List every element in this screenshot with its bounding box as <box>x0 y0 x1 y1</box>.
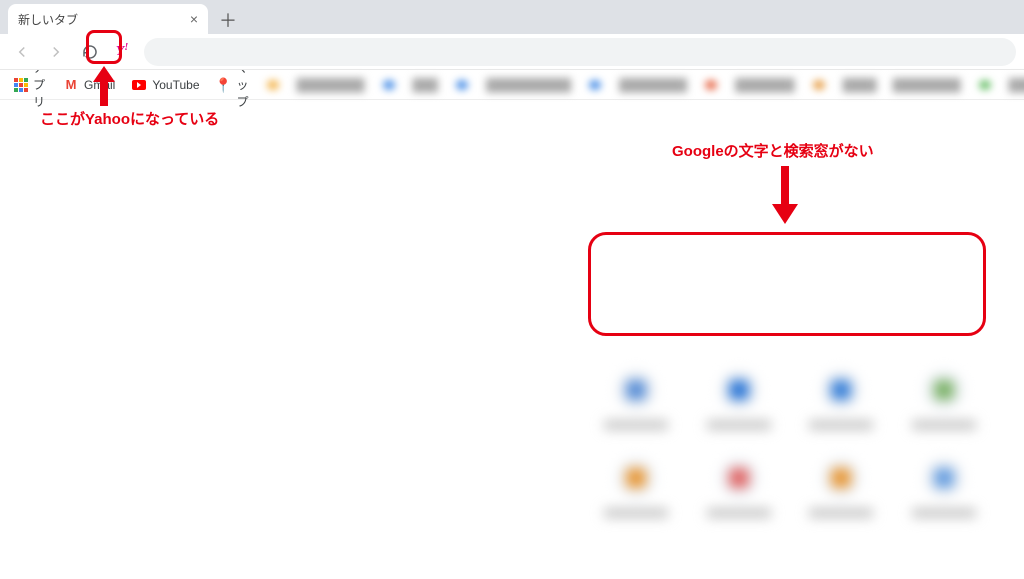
browser-tab[interactable]: 新しいタブ × <box>8 4 208 34</box>
shortcut-tile[interactable] <box>795 370 888 430</box>
shortcut-tile[interactable] <box>590 458 683 518</box>
reload-button[interactable] <box>76 38 104 66</box>
youtube-icon <box>131 77 147 93</box>
ntp-shortcuts <box>590 370 990 518</box>
back-button[interactable] <box>8 38 36 66</box>
shortcut-tile[interactable] <box>693 370 786 430</box>
gmail-icon: M <box>63 77 79 93</box>
annotation-arrow-down <box>772 166 798 224</box>
forward-button[interactable] <box>42 38 70 66</box>
bookmark-label: YouTube <box>152 78 199 92</box>
address-bar[interactable] <box>144 38 1016 66</box>
tab-strip: 新しいタブ × ＋ <box>0 0 1024 34</box>
toolbar: Y! <box>0 34 1024 70</box>
tab-title: 新しいタブ <box>18 11 190 28</box>
shortcut-tile[interactable] <box>795 458 888 518</box>
shortcut-tile[interactable] <box>693 458 786 518</box>
shortcut-tile[interactable] <box>590 370 683 430</box>
shortcut-tile[interactable] <box>898 458 991 518</box>
search-engine-icon[interactable]: Y! <box>110 40 134 64</box>
annotation-text-missing-google: Googleの文字と検索窓がない <box>672 140 874 161</box>
annotation-arrow-up <box>93 66 115 106</box>
annotation-highlight-missing-search <box>588 232 986 336</box>
apps-icon <box>14 77 28 93</box>
bookmarks-bar: アプリ M Gmail YouTube 📍 マップ ████████ ███ █… <box>0 70 1024 100</box>
maps-icon: 📍 <box>216 77 232 93</box>
bookmark-youtube[interactable]: YouTube <box>125 75 205 95</box>
shortcut-tile[interactable] <box>898 370 991 430</box>
new-tab-button[interactable]: ＋ <box>214 6 242 34</box>
annotation-text-yahoo: ここがYahooになっている <box>40 108 219 129</box>
close-icon[interactable]: × <box>190 11 198 27</box>
